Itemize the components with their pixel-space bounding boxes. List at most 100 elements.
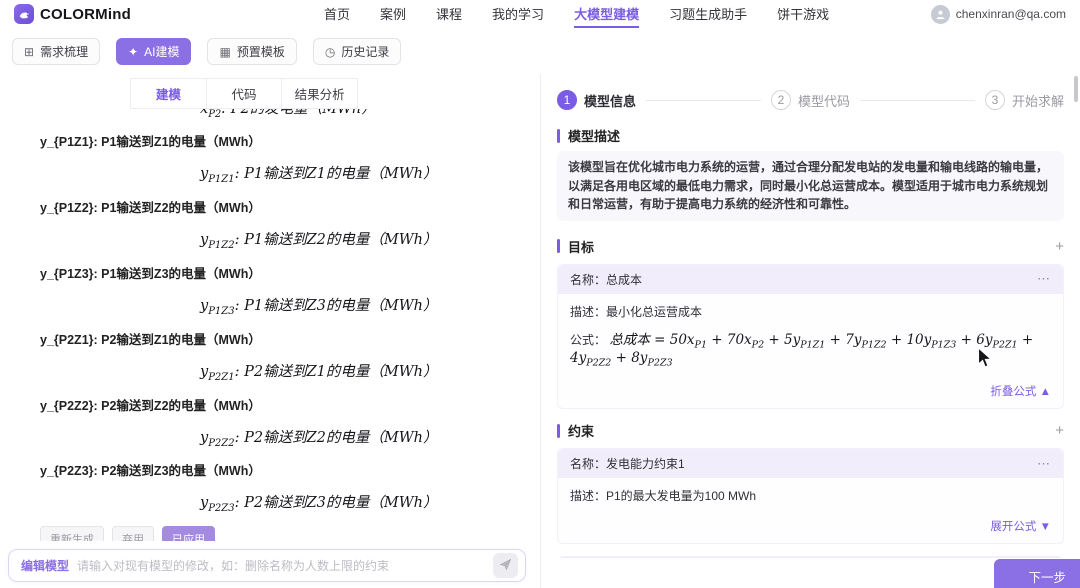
nav-item-5[interactable]: 习题生成助手 — [669, 0, 747, 28]
brand-logo-icon — [14, 4, 34, 24]
objective-header: 目标 + — [557, 237, 1064, 256]
step-label: 开始求解 — [1012, 93, 1065, 109]
constraint-desc: 描述：P1的最大发电量为100 MWh — [570, 489, 757, 504]
user-avatar[interactable] — [930, 4, 950, 24]
variable-math: yP1Z3: P1输送到Z3的电量（MWh） — [200, 297, 438, 317]
toolbar-ai-modeling-button[interactable]: ✦ AI建模 — [116, 38, 192, 65]
variable-item: y_{P1Z2}: P1输送到Z2的电量（MWh） yP1Z2: P1输送到Z2的… — [0, 187, 540, 251]
right-panel-scrollbar[interactable] — [1074, 76, 1078, 102]
toolbar-requirements-button[interactable]: ⊞ 需求梳理 — [12, 38, 101, 65]
step-1[interactable]: 1 模型信息 — [557, 90, 636, 110]
main-area: 建模 代码 结果分析 xP2: P2的发电量（MWh） y_{P1Z1}: P1输送… — [0, 74, 1080, 588]
tab-2[interactable]: 结果分析 — [282, 79, 357, 108]
objective-name: 总成本 — [606, 272, 643, 287]
nav-item-2[interactable]: 课程 — [436, 0, 462, 28]
nav-item-1[interactable]: 案例 — [380, 0, 406, 28]
mode-toolbar: ⊞ 需求梳理 ✦ AI建模 ▦ 预置模板 ◷ 历史记录 — [0, 28, 1080, 74]
action-button-0[interactable]: 重新生成 — [40, 526, 104, 541]
variable-label: y_{P1Z3}: P1输送到Z3的电量（MWh） — [40, 266, 261, 281]
step-2[interactable]: 2 模型代码 — [771, 90, 850, 110]
objective-card: 名称： 总成本 ⋯ 描述：最小化总运营成本 公式： 总成本 = 50xP1 + … — [557, 263, 1064, 410]
templates-icon: ▦ — [219, 44, 231, 59]
constraints-header: 约束 + — [557, 421, 1064, 440]
model-description: 该模型旨在优化城市电力系统的运营，通过合理分配发电站的发电量和输电线路的输电量，… — [557, 151, 1064, 221]
more-menu-icon[interactable]: ⋯ — [1037, 271, 1051, 287]
left-panel: 建模 代码 结果分析 xP2: P2的发电量（MWh） y_{P1Z1}: P1输送… — [0, 74, 540, 588]
edit-model-bar: 编辑模型 — [8, 549, 526, 582]
variable-math: yP2Z1: P2输送到Z1的电量（MWh） — [200, 363, 438, 383]
objective-name-row: 名称： 总成本 ⋯ — [558, 264, 1063, 294]
tab-1[interactable]: 代码 — [207, 79, 283, 108]
variable-item: y_{P1Z3}: P1输送到Z3的电量（MWh） yP1Z3: P1输送到Z3的… — [0, 253, 540, 317]
stepper: 1 模型信息 2 模型代码 3 开始求解 — [541, 74, 1080, 120]
paper-plane-icon — [499, 558, 512, 574]
objective-body: 描述：最小化总运营成本 公式： 总成本 = 50xP1 + 70xP2 + 5y… — [558, 294, 1063, 379]
step-label: 模型信息 — [584, 93, 637, 109]
add-objective-icon[interactable]: + — [1055, 239, 1064, 254]
edit-model-input[interactable] — [77, 558, 485, 573]
account-area[interactable]: chenxinran@qa.com — [930, 4, 1066, 24]
top-nav: COLORMind 首页 案例 课程 我的学习 大模型建模 习题生成助手 饼干游戏 chen… — [0, 0, 1080, 28]
variable-label: y_{P2Z2}: P2输送到Z2的电量（MWh） — [40, 398, 261, 413]
action-button-1[interactable]: 弃用 — [112, 526, 154, 541]
constraint-name-row: 名称：发电能力约束1 ⋯ — [558, 449, 1063, 479]
variable-math: xP2: P2的发电量（MWh） — [200, 109, 376, 120]
constraints-title: 约束 — [568, 424, 595, 440]
step-3[interactable]: 3 开始求解 — [985, 90, 1064, 110]
variable-math: yP1Z1: P1输送到Z1的电量（MWh） — [200, 166, 438, 185]
next-step-button[interactable]: 下一步 — [994, 559, 1080, 588]
user-email[interactable]: chenxinran@qa.com — [956, 7, 1066, 21]
variable-list: y_{P1Z1}: P1输送到Z1的电量（MWh） yP1Z1: P1输送到Z1的… — [0, 121, 540, 514]
more-menu-icon[interactable]: ⋯ — [1037, 456, 1051, 472]
nav-item-6[interactable]: 饼干游戏 — [777, 0, 829, 28]
nav-item-3[interactable]: 我的学习 — [492, 0, 544, 28]
edit-model-label: 编辑模型 — [21, 559, 70, 573]
history-icon: ◷ — [324, 44, 336, 59]
action-button-2[interactable]: 已应用 — [162, 526, 215, 541]
ai-modeling-icon: ✦ — [128, 44, 139, 59]
brand: COLORMind — [14, 4, 164, 24]
left-tabbar: 建模 代码 结果分析 — [130, 78, 358, 109]
step-divider — [860, 99, 975, 101]
step-number: 1 — [557, 90, 577, 110]
collapse-formula-link[interactable]: 折叠公式 ▲ — [990, 386, 1051, 398]
right-panel: 1 模型信息 2 模型代码 3 开始求解 模型描述 该模型旨在优化城市电力系统的运营，通过… — [540, 74, 1080, 588]
objective-title: 目标 — [568, 239, 595, 255]
constraint-card: 名称：发电能力约束1 ⋯ 描述：P1的最大发电量为100 MWh 展开公式 ▼ — [557, 448, 1064, 545]
variable-item: y_{P1Z1}: P1输送到Z1的电量（MWh） yP1Z1: P1输送到Z1的… — [0, 121, 540, 185]
modeling-scroll-area[interactable]: xP2: P2的发电量（MWh） y_{P1Z1}: P1输送到Z1的电量（MW… — [0, 109, 540, 541]
tab-0[interactable]: 建模 — [131, 79, 207, 108]
step-divider — [646, 99, 761, 101]
objective-desc: 描述：最小化总运营成本 — [570, 304, 703, 319]
clipped-previous-line: xP2: P2的发电量（MWh） — [0, 109, 540, 121]
model-desc-header: 模型描述 — [557, 126, 1064, 145]
variable-label: y_{P1Z1}: P1输送到Z1的电量（MWh） — [40, 135, 261, 149]
step-label: 模型代码 — [798, 93, 851, 109]
section-accent-bar — [557, 128, 560, 143]
next-bar: 下一步 — [541, 558, 1080, 588]
add-constraint-icon[interactable]: + — [1055, 423, 1064, 438]
send-button[interactable] — [493, 553, 518, 578]
section-accent-bar — [557, 423, 560, 438]
expand-formula-link[interactable]: 展开公式 ▼ — [990, 521, 1051, 533]
toolbar-templates-button[interactable]: ▦ 预置模板 — [207, 38, 297, 65]
variable-math: yP2Z3: P2输送到Z3的电量（MWh） — [200, 495, 438, 515]
section-accent-bar — [557, 239, 560, 254]
brand-name: COLORMind — [40, 5, 131, 23]
variable-math: yP2Z2: P2输送到Z2的电量（MWh） — [200, 429, 438, 449]
constraint-body: 描述：P1的最大发电量为100 MWh — [558, 478, 1063, 514]
variable-math: yP1Z2: P1输送到Z2的电量（MWh） — [200, 231, 438, 251]
variable-item: y_{P2Z2}: P2输送到Z2的电量（MWh） yP2Z2: P2输送到Z2的… — [0, 385, 540, 449]
generation-actions: 重新生成 弃用 已应用 — [40, 526, 540, 541]
variable-item: y_{P2Z1}: P2输送到Z1的电量（MWh） yP2Z1: P2输送到Z1的… — [0, 319, 540, 383]
objective-name-label: 名称： — [570, 272, 607, 287]
nav-item-4[interactable]: 大模型建模 — [574, 0, 640, 28]
variable-label: y_{P1Z2}: P1输送到Z2的电量（MWh） — [40, 200, 261, 215]
objective-formula-math: 总成本 = 50xP1 + 70xP2 + 5yP1Z1 + 7yP1Z2 + … — [570, 331, 1034, 370]
nav-item-0[interactable]: 首页 — [324, 0, 350, 28]
toolbar-history-button[interactable]: ◷ 历史记录 — [312, 38, 402, 65]
model-desc-title: 模型描述 — [568, 129, 621, 144]
step-number: 2 — [771, 90, 791, 110]
objective-formula: 公式： 总成本 = 50xP1 + 70xP2 + 5yP1Z1 + 7yP1Z… — [570, 331, 1034, 370]
top-nav-items: 首页 案例 课程 我的学习 大模型建模 习题生成助手 饼干游戏 — [324, 0, 829, 28]
